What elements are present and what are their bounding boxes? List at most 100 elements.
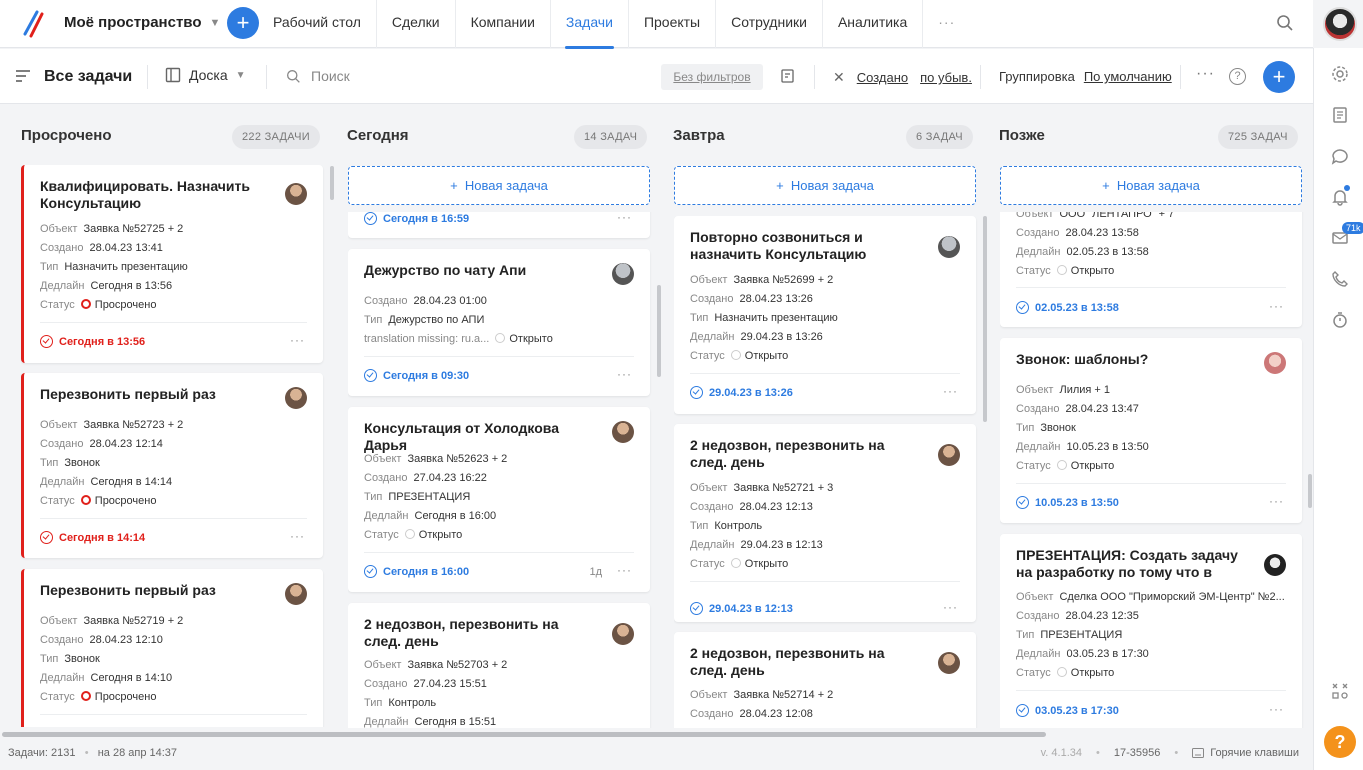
help-button[interactable]: ? (1324, 726, 1356, 758)
scrollbar[interactable] (330, 166, 334, 200)
search-icon[interactable] (1276, 14, 1294, 32)
task-card[interactable]: Повторно созвониться и назначить Консуль… (674, 216, 976, 414)
timer-icon[interactable] (1331, 311, 1349, 329)
horizontal-scrollbar[interactable] (0, 729, 1313, 739)
label: Создано (1016, 403, 1060, 415)
card-menu-button[interactable]: ··· (290, 529, 305, 543)
field-created: Создано 28.04.23 12:14 (40, 438, 163, 450)
task-card[interactable]: Квалифицировать. Назначить Консультацию … (21, 165, 323, 363)
card-menu-button[interactable]: ··· (1269, 494, 1284, 508)
scrollbar[interactable] (657, 285, 661, 377)
label: Создано (1016, 610, 1060, 622)
due-time: 02.05.23 в 13:58 (1016, 301, 1119, 314)
tab-analytics[interactable]: Аналитика (823, 0, 924, 48)
more-tabs-button[interactable]: ··· (923, 0, 970, 48)
filter-button[interactable]: Без фильтров (661, 64, 763, 90)
right-sidebar: 71k ? (1313, 48, 1363, 770)
hotkeys-link[interactable]: Горячие клавиши (1192, 747, 1299, 759)
scrollbar[interactable] (1308, 474, 1312, 508)
more-options-button[interactable]: ··· (1196, 65, 1215, 83)
sort-field[interactable]: Создано (857, 70, 908, 85)
scrollbar-thumb[interactable] (2, 732, 1046, 737)
label: Создано (364, 295, 408, 307)
settings-icon[interactable] (1331, 65, 1349, 83)
field-status: Статус Просрочено (40, 691, 156, 703)
card-menu-button[interactable]: ··· (943, 384, 958, 398)
app-logo-icon[interactable] (22, 10, 46, 38)
document-icon[interactable] (1331, 106, 1349, 124)
add-task-button[interactable]: + (1263, 61, 1295, 93)
task-card[interactable]: Объект ООО "ЛЕНТАПРО" + 7 Создано 28.04.23… (1000, 212, 1302, 327)
value: 29.04.23 в 12:13 (740, 539, 823, 551)
tab-projects[interactable]: Проекты (629, 0, 717, 48)
chevron-down-icon: ▼ (209, 16, 221, 29)
field-created: Создано 27.04.23 16:22 (364, 472, 487, 484)
label: Тип (1016, 629, 1035, 641)
task-card[interactable]: 2 недозвон, перезвонить на след. день Об… (348, 603, 650, 728)
chat-icon[interactable] (1331, 147, 1349, 165)
field-type: Тип ПРЕЗЕНТАЦИЯ (1016, 629, 1122, 641)
filter-settings-icon[interactable] (780, 68, 796, 84)
task-card[interactable]: Звонок: шаблоны? Объект Лилия + 1 Создано… (1000, 338, 1302, 523)
task-card[interactable]: 2 недозвон, перезвонить на след. день Об… (674, 632, 976, 728)
apps-icon[interactable] (1331, 682, 1349, 700)
user-avatar[interactable] (1323, 7, 1357, 41)
divider (364, 552, 634, 553)
task-card[interactable]: Консультация от Холодкова Дарья Объект За… (348, 407, 650, 592)
tab-desktop[interactable]: Рабочий стол (258, 0, 377, 48)
field-status: Статус Открыто (364, 529, 462, 541)
value: 28.04.23 13:26 (739, 293, 813, 305)
workspace-name: Моё пространство (64, 14, 202, 31)
value: Открыто (1070, 265, 1115, 277)
label: Создано (40, 242, 84, 254)
tab-tasks[interactable]: Задачи (551, 0, 629, 49)
field-object: Объект Заявка №52703 + 2 (364, 659, 507, 671)
card-menu-button[interactable]: ··· (943, 600, 958, 614)
grouping-value[interactable]: По умолчанию (1084, 69, 1172, 84)
column-count: 14 ЗАДАЧ (574, 125, 648, 149)
tab-companies[interactable]: Компании (456, 0, 551, 48)
status-open-icon (1056, 265, 1067, 275)
card-menu-button[interactable]: ··· (290, 333, 305, 347)
menu-icon[interactable] (15, 69, 31, 83)
search-input[interactable]: Поиск (286, 68, 350, 84)
task-card[interactable]: Перезвонить первый раз Объект Заявка №527… (21, 569, 323, 727)
card-menu-button[interactable]: ··· (617, 563, 632, 577)
sort-direction[interactable]: по убыв. (920, 70, 972, 85)
new-task-button[interactable]: + Новая задача (674, 166, 976, 205)
view-switcher[interactable]: Доска ▼ (165, 67, 246, 83)
close-icon[interactable]: ✕ (833, 69, 845, 86)
task-card[interactable]: Перезвонить первый раз Объект Заявка №527… (21, 373, 323, 558)
create-button[interactable]: + (227, 7, 259, 39)
task-card[interactable]: Сегодня в 16:59 ··· (348, 212, 650, 238)
label: Объект (1016, 384, 1054, 396)
task-card[interactable]: 2 недозвон, перезвонить на след. день Об… (674, 424, 976, 622)
value: Назначить презентацию (714, 312, 838, 324)
check-circle-icon (364, 369, 377, 382)
divider (690, 373, 960, 374)
phone-icon[interactable] (1331, 270, 1349, 288)
new-task-button[interactable]: + Новая задача (348, 166, 650, 205)
tab-employees[interactable]: Сотрудники (716, 0, 823, 48)
new-task-button[interactable]: + Новая задача (1000, 166, 1302, 205)
field-created: Создано 28.04.23 13:58 (1016, 227, 1139, 239)
due-time: 10.05.23 в 13:50 (1016, 496, 1119, 509)
card-menu-button[interactable]: ··· (617, 367, 632, 381)
field-deadline: Дедлайн 03.05.23 в 17:30 (1016, 648, 1149, 660)
value: Сделка ООО "Приморский ЭМ-Центр" №2... (1059, 591, 1285, 603)
card-menu-button[interactable]: ··· (1269, 702, 1284, 716)
field-created: Создано 28.04.23 12:35 (1016, 610, 1139, 622)
card-menu-button[interactable]: ··· (1269, 299, 1284, 313)
task-card[interactable]: Дежурство по чату Апи Создано 28.04.23 01… (348, 249, 650, 396)
help-icon[interactable]: ? (1229, 68, 1246, 85)
field-status: Статус Открыто (690, 350, 788, 362)
divider (40, 518, 307, 519)
tab-deals[interactable]: Сделки (377, 0, 456, 48)
field-type: Тип ПРЕЗЕНТАЦИЯ (364, 491, 470, 503)
task-card[interactable]: ПРЕЗЕНТАЦИЯ: Создать задачу на разработк… (1000, 534, 1302, 728)
value: Сегодня в 14:14 (90, 476, 173, 488)
divider (814, 65, 815, 89)
workspace-switcher[interactable]: Моё пространство ▼ (64, 14, 220, 31)
card-menu-button[interactable]: ··· (617, 212, 632, 224)
scrollbar[interactable] (983, 216, 987, 422)
